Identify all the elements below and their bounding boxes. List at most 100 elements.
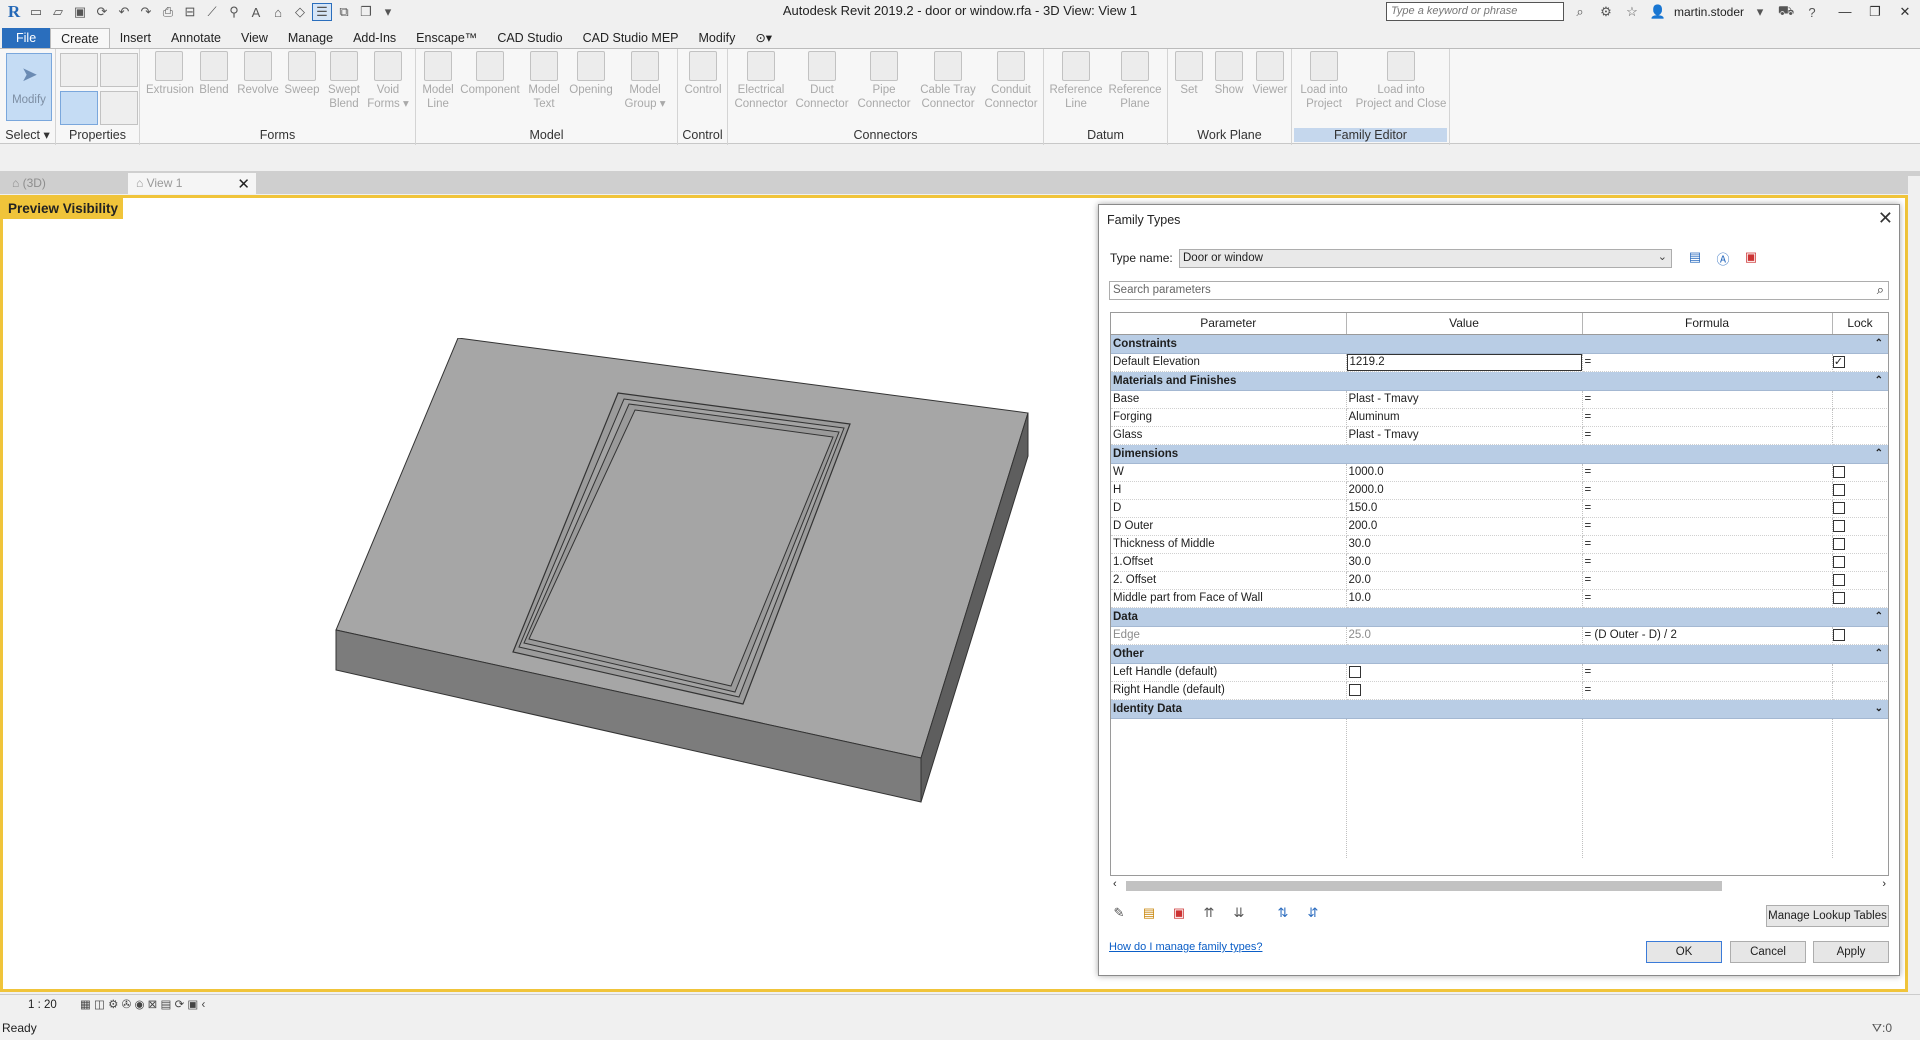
undo-icon[interactable]: ↶ xyxy=(114,3,134,21)
viewer-button[interactable]: Viewer xyxy=(1250,51,1290,97)
tab-file[interactable]: File xyxy=(2,28,51,48)
lock-checkbox-checked[interactable]: ✓ xyxy=(1832,355,1845,368)
help-link[interactable]: How do I manage family types? xyxy=(1109,941,1262,953)
group-dimensions[interactable]: Dimensions ⌃ xyxy=(1111,444,1888,464)
param-value[interactable]: 30.0 xyxy=(1346,535,1583,554)
collapse-icon[interactable]: ⌃ xyxy=(1875,448,1883,459)
param-formula[interactable]: = xyxy=(1582,589,1833,608)
filter-count[interactable]: ⛛:0 xyxy=(1872,1021,1892,1036)
column-header-parameter[interactable]: Parameter xyxy=(1111,313,1347,335)
lock-checkbox[interactable] xyxy=(1832,483,1845,496)
close-tab-icon[interactable]: ✕ xyxy=(237,175,250,193)
manage-lookup-tables-button[interactable]: Manage Lookup Tables xyxy=(1766,905,1889,927)
view-tab-view-1[interactable]: ⌂ View 1 ✕ xyxy=(128,173,256,194)
opening-button[interactable]: Opening xyxy=(566,51,616,97)
search-icon[interactable]: ⌕ xyxy=(1877,282,1884,298)
lock-checkbox[interactable] xyxy=(1832,501,1845,514)
param-formula[interactable]: = xyxy=(1582,553,1833,572)
param-value[interactable]: 2000.0 xyxy=(1346,481,1583,500)
view-scale[interactable]: 1 : 20 xyxy=(28,999,57,1011)
param-value[interactable]: 150.0 xyxy=(1346,499,1583,518)
close-icon[interactable]: ✕ xyxy=(1878,208,1893,229)
view-control-icons[interactable]: ▦ ◫ ⚙ ✇ ◉ ⊠ ▤ ⟳ ▣ ‹ xyxy=(80,997,205,1011)
column-header-value[interactable]: Value xyxy=(1346,313,1583,335)
revolve-button[interactable]: Revolve xyxy=(236,51,280,97)
param-formula[interactable]: = xyxy=(1582,681,1833,700)
dimension-icon[interactable]: ⟋ xyxy=(202,3,222,21)
reference-line-button[interactable]: Reference Line xyxy=(1048,51,1104,111)
collapse-icon[interactable]: ⌃ xyxy=(1875,648,1883,659)
param-value[interactable]: 200.0 xyxy=(1346,517,1583,536)
ribbon-options-icon[interactable]: ⊙▾ xyxy=(745,28,782,48)
tab-view[interactable]: View xyxy=(231,28,278,48)
new-parameter-icon[interactable]: ▤ xyxy=(1139,905,1159,925)
section-icon[interactable]: ◇ xyxy=(290,3,310,21)
scroll-left-icon[interactable]: ‹ xyxy=(1113,878,1117,890)
search-parameters-input[interactable]: Search parameters ⌕ xyxy=(1109,281,1889,300)
tab-insert[interactable]: Insert xyxy=(110,28,161,48)
left-handle-checkbox[interactable] xyxy=(1348,665,1361,678)
delete-parameter-icon[interactable]: ▣ xyxy=(1169,905,1189,925)
param-value[interactable]: 10.0 xyxy=(1346,589,1583,608)
measure-icon[interactable]: ⊟ xyxy=(180,3,200,21)
lock-checkbox[interactable] xyxy=(1832,519,1845,532)
cable-tray-connector-button[interactable]: Cable Tray Connector xyxy=(916,51,980,111)
open-icon[interactable]: ▭ xyxy=(26,3,46,21)
save-icon[interactable]: ▣ xyxy=(70,3,90,21)
select-dropdown[interactable]: Select ▾ xyxy=(0,127,55,142)
lock-checkbox[interactable] xyxy=(1832,573,1845,586)
tab-create[interactable]: Create xyxy=(50,28,110,48)
show-button[interactable]: Show xyxy=(1210,51,1248,97)
horizontal-scrollbar[interactable]: ‹ › xyxy=(1110,878,1889,893)
collapse-icon[interactable]: ⌃ xyxy=(1875,375,1883,386)
print-icon[interactable]: ⎙ xyxy=(158,3,178,21)
group-materials[interactable]: Materials and Finishes ⌃ xyxy=(1111,371,1888,391)
conduit-connector-button[interactable]: Conduit Connector xyxy=(982,51,1040,111)
void-forms-button[interactable]: Void Forms ▾ xyxy=(366,51,410,111)
collapse-icon[interactable]: ⌃ xyxy=(1875,611,1883,622)
param-formula[interactable]: = xyxy=(1582,463,1833,482)
rename-type-icon[interactable]: Ⓐ xyxy=(1713,249,1733,269)
vertical-scrollbar[interactable] xyxy=(1908,176,1920,992)
model-line-button[interactable]: Model Line xyxy=(420,51,456,111)
param-value[interactable]: Plast - Tmavy xyxy=(1346,390,1583,409)
customize-qat-icon[interactable]: ▾ xyxy=(378,3,398,21)
binoculars-icon[interactable]: ⌕ xyxy=(1570,3,1590,21)
help-icon[interactable]: ? xyxy=(1802,3,1822,21)
sort-descending-icon[interactable]: ⇵ xyxy=(1303,905,1323,925)
view-tab-3d[interactable]: ⌂ (3D) xyxy=(4,173,54,194)
pipe-connector-button[interactable]: Pipe Connector xyxy=(854,51,914,111)
component-button[interactable]: Component xyxy=(458,51,522,97)
param-formula[interactable]: = xyxy=(1582,390,1833,409)
family-category-icon[interactable] xyxy=(100,53,138,87)
scroll-right-icon[interactable]: › xyxy=(1882,878,1886,890)
group-data[interactable]: Data ⌃ xyxy=(1111,607,1888,627)
tab-add-ins[interactable]: Add-Ins xyxy=(343,28,406,48)
revit-logo-icon[interactable]: R xyxy=(4,2,24,21)
blend-button[interactable]: Blend xyxy=(194,51,234,97)
group-constraints[interactable]: Constraints ⌃ xyxy=(1111,334,1888,354)
3d-view-icon[interactable]: ⌂ xyxy=(268,3,288,21)
param-formula[interactable]: = xyxy=(1582,481,1833,500)
control-button[interactable]: Control xyxy=(680,51,726,97)
param-value-input[interactable]: 1219.2 xyxy=(1346,353,1583,372)
expand-icon[interactable]: ⌄ xyxy=(1875,703,1883,714)
column-header-formula[interactable]: Formula xyxy=(1582,313,1833,335)
close-window-icon[interactable]: ✕ xyxy=(1890,0,1920,24)
param-value[interactable]: 30.0 xyxy=(1346,553,1583,572)
param-value[interactable]: Plast - Tmavy xyxy=(1346,426,1583,445)
electrical-connector-button[interactable]: Electrical Connector xyxy=(732,51,790,111)
param-formula[interactable]: = xyxy=(1582,353,1833,372)
lock-checkbox[interactable] xyxy=(1832,628,1845,641)
type-properties-icon[interactable] xyxy=(100,91,138,125)
cancel-button[interactable]: Cancel xyxy=(1730,941,1806,963)
modify-button[interactable]: ➤ Modify xyxy=(6,53,52,121)
param-value[interactable]: Aluminum xyxy=(1346,408,1583,427)
edit-parameter-icon[interactable]: ✎ xyxy=(1109,905,1129,925)
param-value[interactable]: 20.0 xyxy=(1346,571,1583,590)
reference-plane-button[interactable]: Reference Plane xyxy=(1106,51,1164,111)
param-formula[interactable]: = xyxy=(1582,517,1833,536)
move-up-icon[interactable]: ⇈ xyxy=(1199,905,1219,925)
load-into-project-close-button[interactable]: Load into Project and Close xyxy=(1354,51,1448,111)
param-formula[interactable]: = xyxy=(1582,535,1833,554)
